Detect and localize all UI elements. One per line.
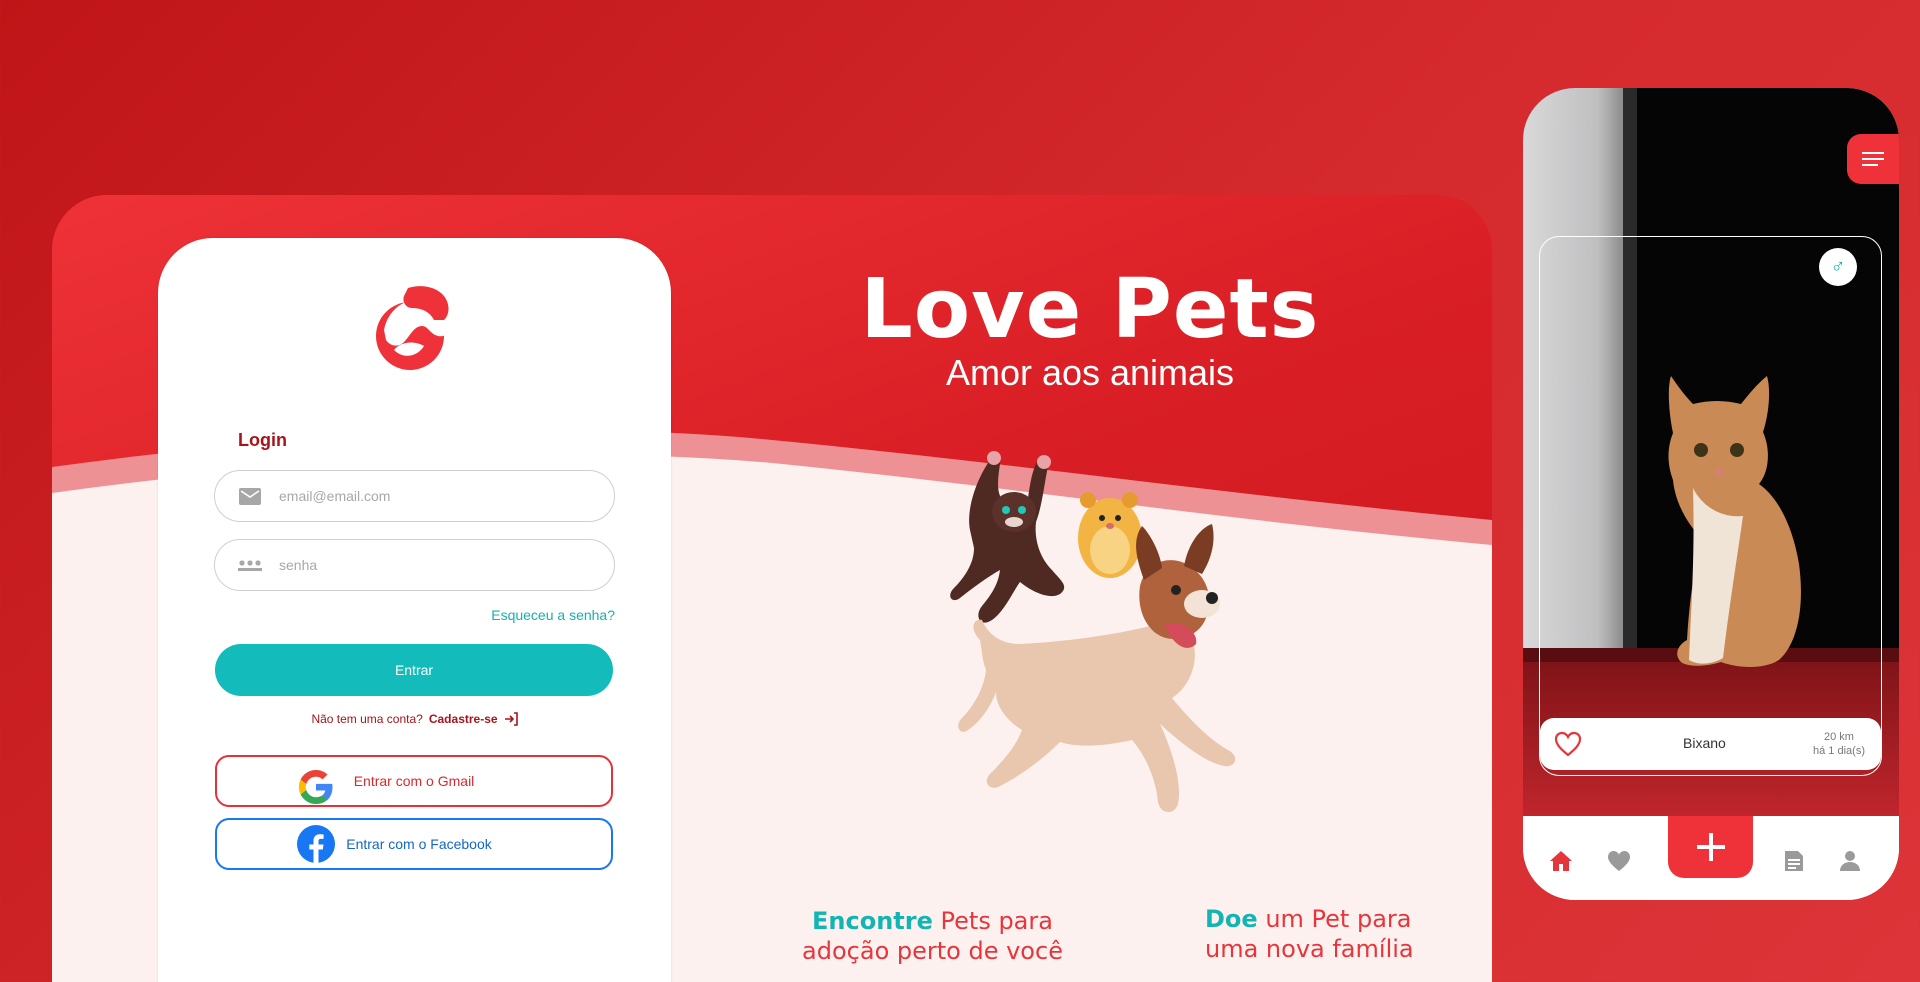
find-pets-tagline: Encontre Pets para adoção perto de você [800, 906, 1065, 966]
male-gender-badge[interactable]: ♂ [1819, 248, 1857, 286]
facebook-login-label: Entrar com o Facebook [346, 836, 492, 852]
menu-icon [1862, 152, 1884, 166]
facebook-login-button[interactable]: Entrar com o Facebook [215, 818, 613, 870]
donate-pet-tagline: Doe um Pet para uma nova família [1205, 904, 1445, 964]
password-dots-icon [237, 559, 263, 571]
pets-illustration [950, 451, 1236, 813]
no-account-text: Não tem uma conta? [311, 712, 423, 726]
signup-label: Cadastre-se [428, 712, 498, 726]
phone-mockup: ♂ Bixano 20 km há 1 dia(s) [1523, 88, 1899, 900]
menu-button[interactable] [1847, 134, 1899, 184]
love-pets-logo [376, 286, 451, 370]
google-login-button[interactable]: Entrar com o Gmail [215, 755, 613, 807]
home-icon[interactable] [1549, 850, 1573, 872]
pet-meta: 20 km há 1 dia(s) [1813, 730, 1865, 758]
add-pet-button[interactable] [1668, 816, 1753, 878]
pet-photo-frame [1539, 236, 1882, 776]
email-field[interactable] [214, 470, 615, 522]
pet-name: Bixano [1683, 735, 1726, 751]
bottom-nav [1523, 816, 1899, 900]
login-panel: Login Esqueceu a senha? Entrar Não tem u… [158, 238, 671, 982]
enter-button[interactable]: Entrar [215, 644, 613, 696]
heart-outline-icon[interactable] [1554, 731, 1582, 757]
heart-icon[interactable] [1607, 850, 1631, 872]
password-field[interactable] [214, 539, 615, 591]
hero-title: Love Pets [860, 262, 1320, 357]
email-input[interactable] [279, 488, 579, 504]
hamster-illustration [1078, 492, 1142, 578]
document-icon[interactable] [1783, 850, 1805, 872]
sign-in-arrow-icon [504, 712, 518, 726]
add-icon [1696, 833, 1725, 861]
google-login-label: Entrar com o Gmail [353, 773, 475, 789]
find-tagline-accent: Encontre [812, 907, 933, 935]
cat-illustration [950, 451, 1065, 623]
pet-distance: 20 km [1824, 731, 1854, 743]
donate-tagline-accent: Doe [1205, 905, 1258, 933]
hero-subtitle: Amor aos animais [945, 352, 1235, 393]
pet-info-card[interactable]: Bixano 20 km há 1 dia(s) [1540, 718, 1881, 770]
mail-icon [237, 487, 263, 505]
pet-posted-time: há 1 dia(s) [1813, 745, 1865, 757]
forgot-password-link[interactable]: Esqueceu a senha? [491, 607, 615, 623]
signup-row: Não tem uma conta? Cadastre-se [158, 712, 671, 726]
signup-link[interactable]: Cadastre-se [429, 712, 518, 726]
password-input[interactable] [279, 557, 579, 573]
login-title: Login [238, 430, 287, 450]
profile-icon[interactable] [1839, 850, 1861, 872]
google-icon [298, 770, 333, 804]
facebook-icon [297, 825, 335, 863]
